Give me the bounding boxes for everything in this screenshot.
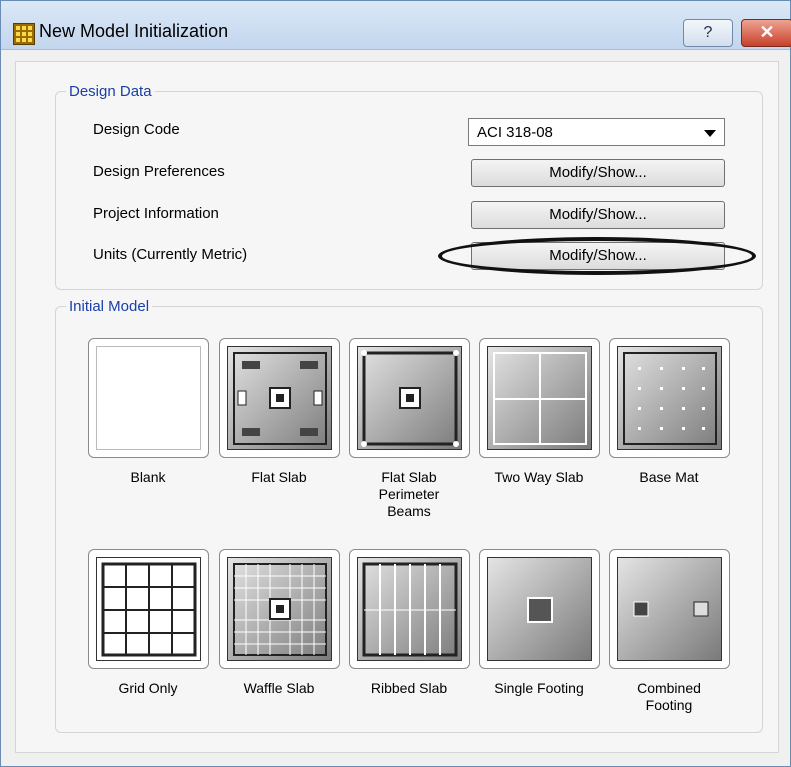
two-way-slab-label: Two Way Slab bbox=[494, 469, 584, 485]
ribbed-slab-button[interactable] bbox=[349, 549, 470, 669]
combined-footing-icon bbox=[617, 557, 722, 661]
label-line-3: Beams bbox=[387, 503, 431, 519]
chevron-down-icon bbox=[704, 130, 716, 137]
window-title: New Model Initialization bbox=[39, 21, 229, 41]
waffle-slab-label: Waffle Slab bbox=[243, 680, 315, 696]
title-bar[interactable]: New Model Initialization ? ✕ bbox=[1, 1, 791, 50]
close-button[interactable]: ✕ bbox=[741, 19, 791, 47]
project-information-button[interactable]: Modify/Show... bbox=[471, 201, 725, 229]
help-icon: ? bbox=[703, 24, 713, 41]
two-way-slab-icon bbox=[487, 346, 592, 450]
flat-slab-button[interactable] bbox=[219, 338, 340, 458]
design-preferences-label: Design Preferences bbox=[93, 163, 225, 180]
flat-slab-perimeter-beams-icon bbox=[357, 346, 462, 450]
combined-footing-label: Combined Footing bbox=[604, 680, 734, 714]
label-line-1: Combined bbox=[637, 680, 701, 696]
flat-slab-label: Flat Slab bbox=[251, 469, 307, 485]
label-line-1: Flat Slab bbox=[381, 469, 437, 485]
design-data-legend: Design Data bbox=[69, 83, 152, 100]
flat-slab-perimeter-beams-button[interactable] bbox=[349, 338, 470, 458]
single-footing-icon bbox=[487, 557, 592, 661]
app-icon bbox=[13, 23, 35, 45]
ribbed-slab-label: Ribbed Slab bbox=[370, 680, 448, 696]
two-way-slab-button[interactable] bbox=[479, 338, 600, 458]
close-icon: ✕ bbox=[759, 22, 775, 42]
blank-label: Blank bbox=[130, 469, 166, 485]
blank-model-button[interactable] bbox=[88, 338, 209, 458]
flat-slab-perimeter-beams-label: Flat Slab Perimeter Beams bbox=[344, 469, 474, 520]
label-line-2: Footing bbox=[645, 697, 693, 713]
design-code-value: ACI 318-08 bbox=[477, 124, 553, 141]
grid-only-button[interactable] bbox=[88, 549, 209, 669]
design-code-label: Design Code bbox=[93, 121, 180, 138]
project-information-label: Project Information bbox=[93, 205, 219, 222]
base-mat-icon bbox=[617, 346, 722, 450]
design-preferences-button[interactable]: Modify/Show... bbox=[471, 159, 725, 187]
waffle-slab-icon bbox=[227, 557, 332, 661]
single-footing-label: Single Footing bbox=[494, 680, 584, 696]
blank-icon bbox=[96, 346, 201, 450]
grid-only-label: Grid Only bbox=[118, 680, 178, 696]
units-button[interactable]: Modify/Show... bbox=[471, 242, 725, 270]
dialog-window: New Model Initialization ? ✕ Design Data… bbox=[0, 0, 791, 767]
help-button[interactable]: ? bbox=[683, 19, 733, 47]
waffle-slab-button[interactable] bbox=[219, 549, 340, 669]
flat-slab-icon bbox=[227, 346, 332, 450]
initial-model-legend: Initial Model bbox=[69, 298, 150, 315]
grid-only-icon bbox=[96, 557, 201, 661]
label-line-2: Perimeter bbox=[378, 486, 440, 502]
base-mat-button[interactable] bbox=[609, 338, 730, 458]
base-mat-label: Base Mat bbox=[639, 469, 699, 485]
combined-footing-button[interactable] bbox=[609, 549, 730, 669]
units-label: Units (Currently Metric) bbox=[93, 246, 248, 263]
design-code-select[interactable]: ACI 318-08 bbox=[468, 118, 725, 146]
single-footing-button[interactable] bbox=[479, 549, 600, 669]
ribbed-slab-icon bbox=[357, 557, 462, 661]
